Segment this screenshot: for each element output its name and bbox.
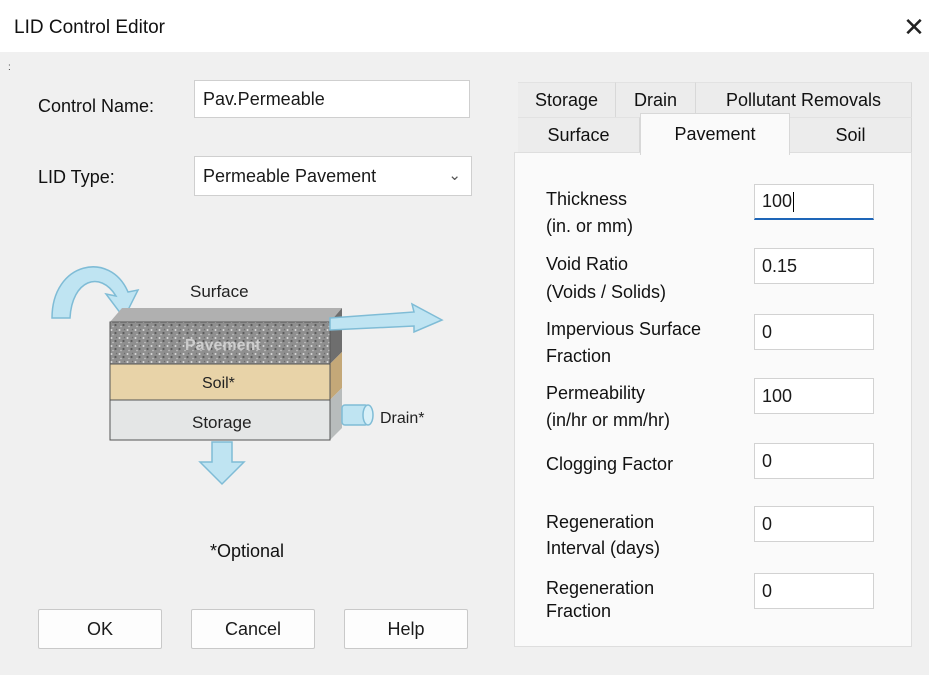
thickness-value: 100 — [762, 191, 793, 211]
help-button[interactable]: Help — [344, 609, 468, 649]
regeneration-fraction-unit: Fraction — [546, 601, 612, 621]
regeneration-fraction-input[interactable]: 0 — [754, 573, 874, 609]
title-bar: LID Control Editor ✕ — [0, 0, 929, 52]
thickness-input[interactable]: 100 — [754, 184, 874, 220]
impervious-surface-unit: Fraction — [546, 346, 612, 366]
regeneration-interval-input[interactable]: 0 — [754, 506, 874, 542]
impervious-surface-input[interactable]: 0 — [754, 314, 874, 350]
regeneration-interval-label: Regeneration — [546, 512, 655, 532]
text-caret — [793, 191, 795, 212]
regeneration-interval-value: 0 — [762, 513, 773, 534]
void-ratio-label: Void Ratio — [546, 254, 629, 274]
tab-pavement[interactable]: Pavement — [640, 113, 790, 155]
cancel-button[interactable]: Cancel — [191, 609, 315, 649]
permeability-value: 100 — [762, 385, 793, 406]
impervious-surface-value: 0 — [762, 321, 773, 342]
lid-type-value: Permeable Pavement — [203, 165, 377, 186]
surface-label: Surface — [190, 282, 249, 301]
pavement-label: Pavement — [185, 337, 261, 354]
permeability-unit: (in/hr or mm/hr) — [546, 410, 671, 430]
storage-label: Storage — [192, 413, 252, 432]
void-ratio-input[interactable]: 0.15 — [754, 248, 874, 284]
ok-button[interactable]: OK — [38, 609, 162, 649]
permeability-input[interactable]: 100 — [754, 378, 874, 414]
soil-label: Soil* — [202, 375, 235, 392]
regeneration-fraction-value: 0 — [762, 580, 773, 601]
optional-note: *Optional — [210, 541, 285, 561]
impervious-surface-label: Impervious Surface — [546, 319, 702, 339]
surface-outflow-arrow-icon — [329, 302, 444, 334]
edge-mark: : — [8, 62, 11, 73]
tab-storage[interactable]: Storage — [518, 82, 616, 118]
lid-diagram: Surface Pavement Soil* Storage Drain* — [51, 266, 444, 486]
lid-type-label: LID Type: — [38, 167, 115, 187]
pavement-top-face — [110, 308, 342, 322]
control-name-label: Control Name: — [38, 96, 155, 116]
clogging-factor-value: 0 — [762, 450, 773, 471]
regeneration-interval-unit: Interval (days) — [546, 538, 661, 558]
tab-surface[interactable]: Surface — [518, 117, 640, 153]
tab-soil[interactable]: Soil — [790, 117, 912, 153]
window-title: LID Control Editor — [14, 17, 166, 38]
clogging-factor-input[interactable]: 0 — [754, 443, 874, 479]
close-icon[interactable]: ✕ — [900, 10, 928, 44]
control-name-input[interactable]: Pav.Permeable — [194, 80, 470, 118]
void-ratio-value: 0.15 — [762, 255, 798, 276]
control-name-value: Pav.Permeable — [203, 88, 325, 109]
thickness-unit: (in. or mm) — [546, 216, 633, 236]
drain-pipe-end — [362, 404, 374, 426]
void-ratio-unit: (Voids / Solids) — [546, 282, 667, 302]
drain-label: Drain* — [380, 410, 424, 427]
permeability-label: Permeability — [546, 383, 646, 403]
exfiltration-arrow-icon — [198, 441, 246, 486]
lid-type-select[interactable]: Permeable Pavement ⌄ — [194, 156, 472, 196]
regeneration-fraction-label: Regeneration — [546, 578, 655, 598]
thickness-label: Thickness — [546, 189, 628, 209]
lid-control-editor-dialog: LID Control Editor ✕ : Control Name: Pav… — [0, 0, 929, 675]
clogging-factor-label: Clogging Factor — [546, 454, 674, 474]
chevron-down-icon: ⌄ — [448, 167, 461, 184]
